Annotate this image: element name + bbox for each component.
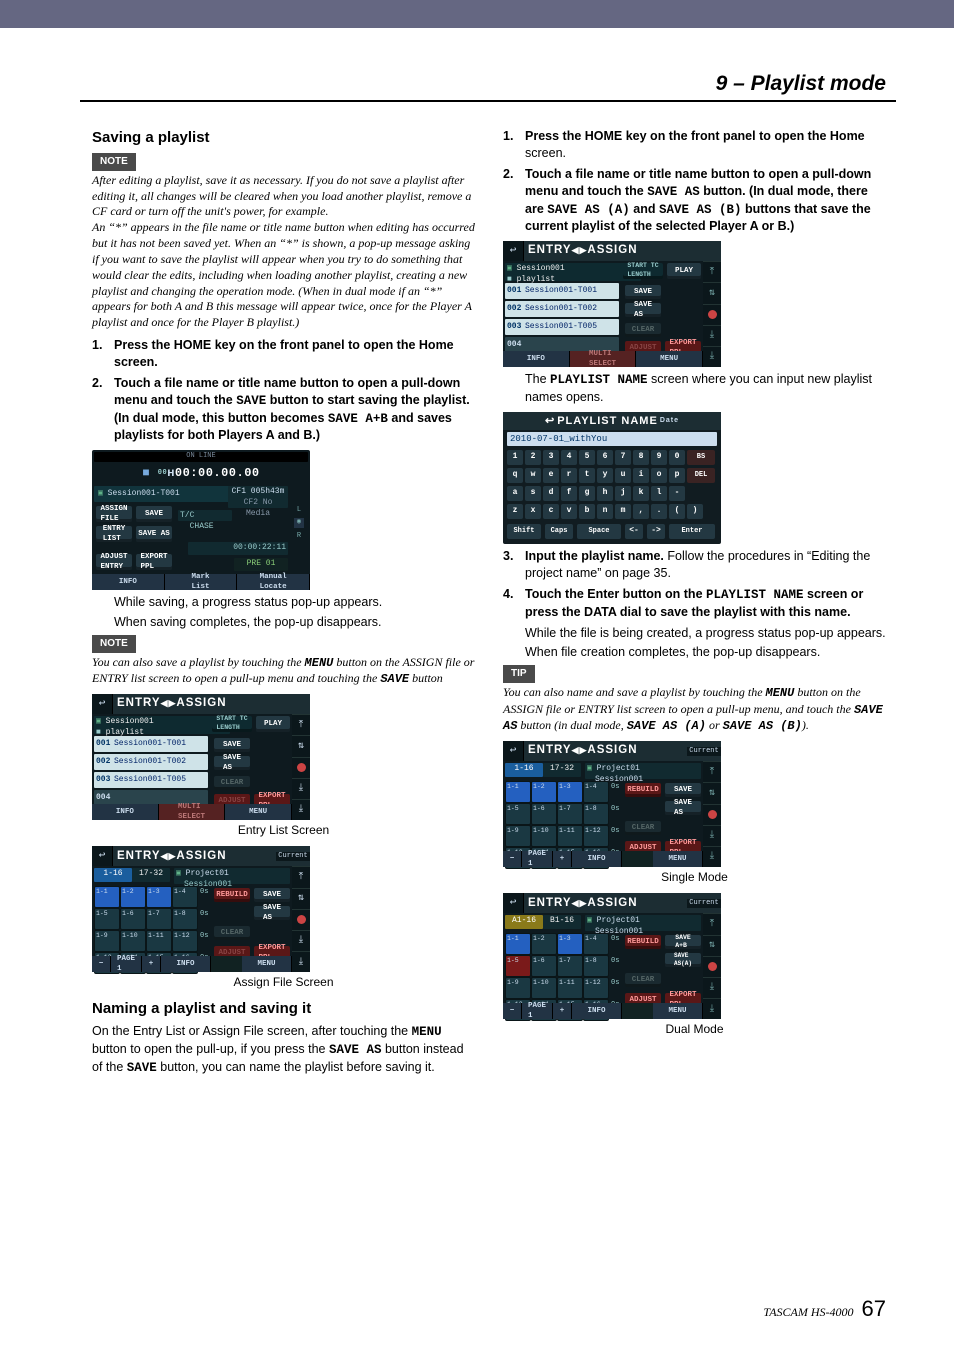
- heading-saving-playlist: Saving a playlist: [92, 128, 475, 148]
- entry-save-as-button[interactable]: SAVEAS: [214, 756, 250, 770]
- step-number: 1.: [503, 128, 525, 162]
- home-info-button[interactable]: INFO: [92, 574, 165, 590]
- tip-tag: TIP: [503, 665, 535, 683]
- paragraph: While saving, a progress status pop-up a…: [114, 594, 475, 611]
- assign-clear-button[interactable]: CLEAR: [214, 926, 250, 940]
- entry-info-button[interactable]: INFO: [92, 804, 159, 820]
- entry-clear-button[interactable]: CLEAR: [214, 776, 250, 790]
- figure-playlist-name: ↩PLAYLIST NAMEDate 2010-07-01_withYou 1 …: [503, 412, 886, 544]
- paragraph: On the Entry List or Assign File screen,…: [92, 1023, 475, 1077]
- step-number: 2.: [92, 375, 114, 445]
- assign-save-as-button[interactable]: SAVEAS: [254, 906, 290, 920]
- step-body: Input the playlist name. Follow the proc…: [525, 548, 886, 582]
- chapter-rule: [80, 100, 896, 102]
- entry-play-button[interactable]: PLAY: [256, 716, 290, 732]
- home-mark-list-button[interactable]: MarkList: [165, 574, 238, 590]
- home-save-as-button[interactable]: SAVE AS: [136, 526, 172, 542]
- page-footer: TASCAM HS-400067: [763, 1296, 886, 1322]
- assign-menu-button[interactable]: MENU: [242, 956, 292, 972]
- note-tag: NOTE: [92, 635, 136, 653]
- entry-multiselect-button[interactable]: MULTISELECT: [159, 804, 226, 820]
- content-columns: Saving a playlist NOTE After editing a p…: [92, 128, 886, 1286]
- home-assign-file-button[interactable]: ASSIGNFILE: [96, 506, 132, 522]
- tip-body: You can also name and save a playlist by…: [503, 685, 886, 735]
- home-adjust-entry-button[interactable]: ADJUSTENTRY: [96, 554, 132, 570]
- assign-rebuild-button[interactable]: REBUILD: [214, 888, 250, 902]
- step-number: 4.: [503, 586, 525, 621]
- home-manual-locate-button[interactable]: ManualLocate: [237, 574, 310, 590]
- step-body: Touch a file name or title name button t…: [525, 166, 886, 236]
- kbd-enter-button[interactable]: Enter: [669, 524, 715, 539]
- assign-info-button[interactable]: INFO: [161, 956, 211, 972]
- home-entry-list-button[interactable]: ENTRYLIST: [96, 526, 132, 542]
- step-number: 1.: [92, 337, 114, 371]
- step-body: Press the HOME key on the front panel to…: [114, 337, 475, 371]
- r-entry-play-button[interactable]: PLAY: [667, 263, 701, 279]
- header-bar: [0, 0, 954, 28]
- entry-menu-button[interactable]: MENU: [225, 804, 292, 820]
- figure-caption: Entry List Screen: [92, 822, 475, 838]
- figure-assign-file: ↩ENTRY◀▶ASSIGNCurrent ⤒ ⇅ ⤓ ⤓ 1-16 17-32…: [92, 846, 475, 990]
- assign-save-button[interactable]: SAVE: [254, 888, 290, 902]
- note-tag: NOTE: [92, 153, 136, 171]
- figure-dual-mode: ↩ENTRY◀▶ASSIGNCurrent ⤒⇅⤓⤓ A1-16 B1-16 ▣…: [503, 893, 886, 1037]
- paragraph: The PLAYLIST NAME screen where you can i…: [525, 371, 886, 406]
- step-number: 3.: [503, 548, 525, 582]
- note-body: After editing a playlist, save it as nec…: [92, 173, 475, 331]
- step-body: Touch a file name or title name button t…: [114, 375, 475, 445]
- paragraph: While the file is being created, a progr…: [525, 625, 886, 642]
- playlist-name-input[interactable]: 2010-07-01_withYou: [507, 432, 717, 446]
- paragraph: When saving completes, the pop-up disapp…: [114, 614, 475, 631]
- note-body: You can also save a playlist by touching…: [92, 655, 475, 689]
- figure-caption: Single Mode: [503, 869, 886, 885]
- home-export-ppl-button[interactable]: EXPORTPPL: [136, 554, 172, 570]
- figure-caption: Assign File Screen: [92, 974, 475, 990]
- step-number: 2.: [503, 166, 525, 236]
- step-body: Press the HOME key on the front panel to…: [525, 128, 886, 162]
- figure-entry-assign-right: ↩ENTRY◀▶ASSIGN ⤒⇅⤓⤓ ▣ Session001■ playli…: [503, 241, 886, 367]
- figure-home-screen: ON LINE ■ 00ʜ00:00.00.00 ▣ Session001-T0…: [92, 450, 475, 590]
- step-body: Touch the Enter button on the PLAYLIST N…: [525, 586, 886, 621]
- chapter-title: 9 – Playlist mode: [716, 72, 886, 96]
- figure-single-mode: ↩ENTRY◀▶ASSIGNCurrent ⤒⇅⤓⤓ 1-16 17-32 ▣ …: [503, 741, 886, 885]
- paragraph: When file creation completes, the pop-up…: [525, 644, 886, 661]
- figure-caption: Dual Mode: [503, 1021, 886, 1037]
- entry-save-button[interactable]: SAVE: [214, 738, 250, 752]
- home-save-button[interactable]: SAVE: [136, 506, 172, 522]
- heading-naming-playlist: Naming a playlist and saving it: [92, 999, 475, 1019]
- figure-entry-list: ↩ENTRY◀▶ASSIGN ⤒ ⇅ ⤓ ⤓ ▣ Session001 ■ pl…: [92, 694, 475, 838]
